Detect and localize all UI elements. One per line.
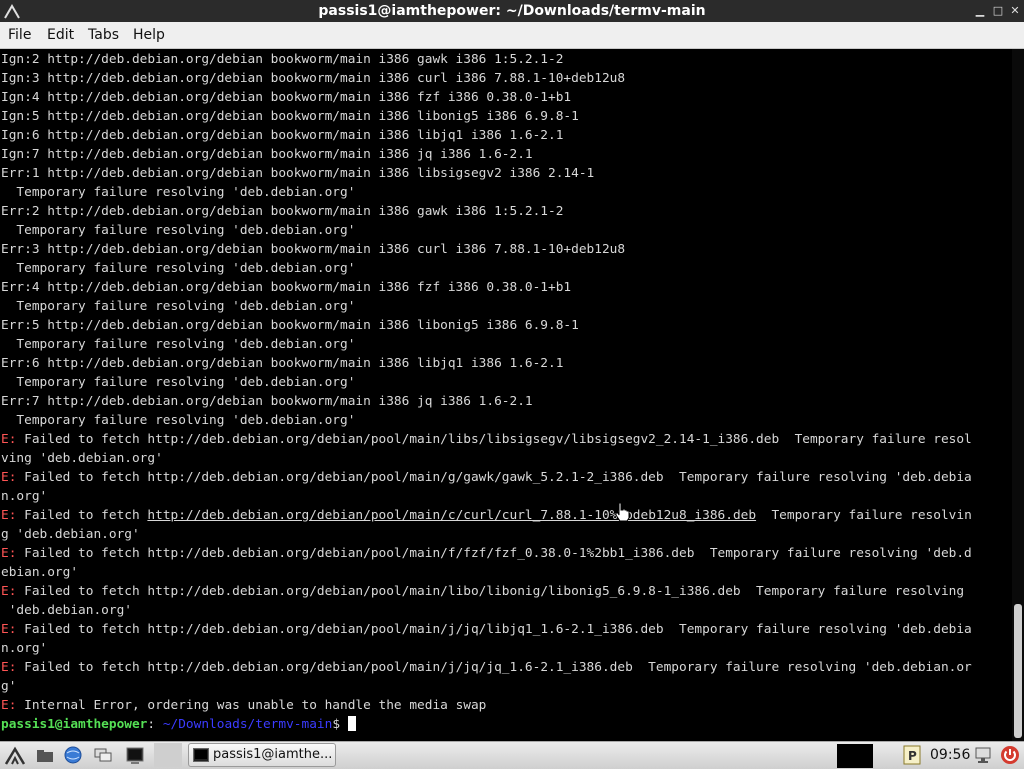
terminal-scrollbar[interactable] bbox=[1012, 49, 1024, 741]
output-line: Ign:3 http://deb.debian.org/debian bookw… bbox=[1, 71, 626, 86]
hand-pointer-icon bbox=[615, 502, 630, 522]
error-text: Failed to fetch http://deb.debian.org/de… bbox=[16, 660, 972, 675]
error-text: Temporary failure resolvin bbox=[756, 508, 972, 523]
error-prefix: E: bbox=[1, 546, 17, 561]
empty-desktop-slot[interactable] bbox=[154, 743, 182, 767]
tray-cpu-monitor[interactable] bbox=[837, 744, 873, 768]
error-text: Failed to fetch http://deb.debian.org/de… bbox=[16, 546, 972, 561]
output-line: Ign:6 http://deb.debian.org/debian bookw… bbox=[1, 128, 564, 143]
menu-bar: File Edit Tabs Help bbox=[0, 22, 1024, 49]
clock[interactable]: 09:56 bbox=[930, 746, 970, 764]
error-line-wrap: g' bbox=[1, 679, 17, 694]
error-prefix: E: bbox=[1, 698, 17, 713]
error-line-wrap: n.org' bbox=[1, 489, 48, 504]
power-icon[interactable] bbox=[999, 744, 1021, 766]
prompt-user-host: passis1@iamthepower bbox=[1, 717, 148, 732]
pidgin-p-icon[interactable]: P bbox=[901, 744, 923, 766]
terminal-icon bbox=[193, 748, 209, 762]
output-line: Err:7 http://deb.debian.org/debian bookw… bbox=[1, 394, 533, 409]
output-line: Temporary failure resolving 'deb.debian.… bbox=[1, 261, 356, 276]
error-line-wrap: 'deb.debian.org' bbox=[1, 603, 132, 618]
taskbar-terminal-window[interactable]: passis1@iamthe... bbox=[188, 743, 336, 767]
output-line: Temporary failure resolving 'deb.debian.… bbox=[1, 375, 356, 390]
error-line: E: Internal Error, ordering was unable t… bbox=[1, 696, 486, 715]
close-button[interactable]: ✕ bbox=[1007, 3, 1023, 19]
error-line-wrap: n.org' bbox=[1, 641, 48, 656]
web-browser-icon[interactable] bbox=[62, 744, 84, 766]
hovered-url-link[interactable]: http://deb.debian.org/debian/pool/main/c… bbox=[147, 508, 756, 523]
output-line: Ign:7 http://deb.debian.org/debian bookw… bbox=[1, 147, 533, 162]
scrollbar-thumb[interactable] bbox=[1014, 604, 1022, 738]
error-line: E: Failed to fetch http://deb.debian.org… bbox=[1, 658, 972, 677]
error-prefix: E: bbox=[1, 432, 17, 447]
terminal-output[interactable]: Ign:2 http://deb.debian.org/debian bookw… bbox=[0, 49, 1012, 741]
error-text: Failed to fetch http://deb.debian.org/de… bbox=[16, 432, 972, 447]
title-bar: passis1@iamthepower: ~/Downloads/termv-m… bbox=[0, 0, 1024, 23]
error-line: E: Failed to fetch http://deb.debian.org… bbox=[1, 430, 972, 449]
error-prefix: E: bbox=[1, 622, 17, 637]
output-line: Ign:4 http://deb.debian.org/debian bookw… bbox=[1, 90, 572, 105]
prompt-path: ~/Downloads/termv-main bbox=[155, 717, 333, 732]
menu-file[interactable]: File bbox=[4, 25, 35, 45]
svg-text:P: P bbox=[908, 749, 917, 763]
prompt-symbol: $ bbox=[332, 717, 348, 732]
window-title: passis1@iamthepower: ~/Downloads/termv-m… bbox=[318, 3, 706, 19]
error-line: E: Failed to fetch http://deb.debian.org… bbox=[1, 506, 972, 525]
error-text: Failed to fetch http://deb.debian.org/de… bbox=[16, 622, 972, 637]
error-line: E: Failed to fetch http://deb.debian.org… bbox=[1, 468, 972, 487]
terminal-launcher-icon[interactable] bbox=[124, 744, 146, 766]
error-line-wrap: ving 'deb.debian.org' bbox=[1, 451, 163, 466]
error-line-wrap: g 'deb.debian.org' bbox=[1, 527, 140, 542]
menu-help[interactable]: Help bbox=[129, 25, 169, 45]
output-line: Temporary failure resolving 'deb.debian.… bbox=[1, 223, 356, 238]
command-prompt[interactable]: passis1@iamthepower: ~/Downloads/termv-m… bbox=[1, 715, 356, 734]
taskbar-window-label: passis1@iamthe... bbox=[213, 747, 333, 762]
error-text: Failed to fetch http://deb.debian.org/de… bbox=[16, 584, 965, 599]
output-line: Temporary failure resolving 'deb.debian.… bbox=[1, 299, 356, 314]
output-line: Ign:2 http://deb.debian.org/debian bookw… bbox=[1, 52, 564, 67]
output-line: Temporary failure resolving 'deb.debian.… bbox=[1, 337, 356, 352]
text-cursor bbox=[347, 716, 356, 731]
error-text: Failed to fetch bbox=[16, 508, 148, 523]
error-prefix: E: bbox=[1, 584, 17, 599]
error-prefix: E: bbox=[1, 470, 17, 485]
output-line: Temporary failure resolving 'deb.debian.… bbox=[1, 185, 356, 200]
minimize-button[interactable]: ▁ bbox=[972, 3, 988, 19]
output-line: Err:4 http://deb.debian.org/debian bookw… bbox=[1, 280, 572, 295]
network-icon[interactable] bbox=[972, 744, 994, 766]
output-line: Err:6 http://deb.debian.org/debian bookw… bbox=[1, 356, 564, 371]
output-line: Err:3 http://deb.debian.org/debian bookw… bbox=[1, 242, 626, 257]
output-line: Ign:5 http://deb.debian.org/debian bookw… bbox=[1, 109, 579, 124]
file-manager-icon[interactable] bbox=[34, 744, 56, 766]
output-line: Err:1 http://deb.debian.org/debian bookw… bbox=[1, 166, 595, 181]
menu-edit[interactable]: Edit bbox=[43, 25, 78, 45]
maximize-button[interactable]: □ bbox=[990, 3, 1006, 19]
output-line: Err:5 http://deb.debian.org/debian bookw… bbox=[1, 318, 579, 333]
output-line: Temporary failure resolving 'deb.debian.… bbox=[1, 413, 356, 428]
menu-tabs[interactable]: Tabs bbox=[84, 25, 123, 45]
error-line: E: Failed to fetch http://deb.debian.org… bbox=[1, 544, 972, 563]
taskbar: passis1@iamthe... P 09:56 bbox=[0, 741, 1024, 769]
error-line: E: Failed to fetch http://deb.debian.org… bbox=[1, 620, 972, 639]
error-prefix: E: bbox=[1, 508, 17, 523]
error-line: E: Failed to fetch http://deb.debian.org… bbox=[1, 582, 964, 601]
error-line-wrap: ebian.org' bbox=[1, 565, 79, 580]
error-prefix: E: bbox=[1, 660, 17, 675]
error-text: Internal Error, ordering was unable to h… bbox=[16, 698, 487, 713]
desktop-switcher-icon[interactable] bbox=[92, 744, 114, 766]
prompt-separator: : bbox=[147, 717, 156, 732]
start-menu-icon[interactable] bbox=[4, 744, 26, 766]
error-text: Failed to fetch http://deb.debian.org/de… bbox=[16, 470, 972, 485]
output-line: Err:2 http://deb.debian.org/debian bookw… bbox=[1, 204, 564, 219]
